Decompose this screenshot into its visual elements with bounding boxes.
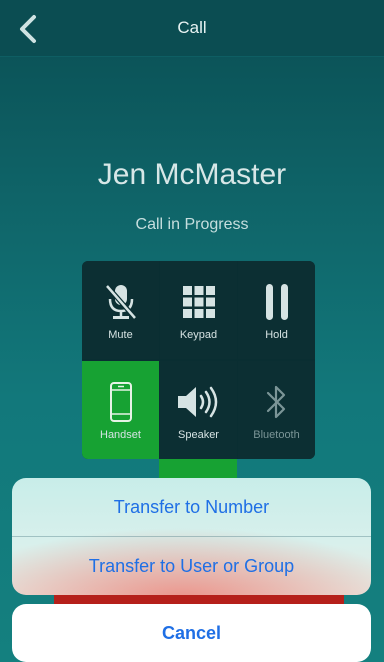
transfer-action-sheet: Transfer to Number Transfer to User or G… bbox=[12, 478, 371, 595]
hold-button[interactable]: Hold bbox=[238, 261, 315, 359]
call-controls-grid: Mute Keypad Hold Handset Speaker Bluetoo… bbox=[82, 261, 315, 459]
microphone-muted-icon bbox=[104, 284, 137, 320]
mute-button[interactable]: Mute bbox=[82, 261, 159, 359]
hold-label: Hold bbox=[265, 329, 288, 341]
navigation-bar: Call bbox=[0, 0, 384, 57]
keypad-icon bbox=[182, 286, 215, 318]
handset-label: Handset bbox=[100, 429, 141, 441]
speaker-icon bbox=[177, 386, 217, 418]
bluetooth-icon bbox=[266, 385, 285, 419]
pause-icon bbox=[265, 284, 288, 320]
cancel-button[interactable]: Cancel bbox=[12, 604, 371, 662]
speaker-label: Speaker bbox=[178, 429, 219, 441]
keypad-button[interactable]: Keypad bbox=[160, 261, 237, 359]
transfer-to-number-button[interactable]: Transfer to Number bbox=[12, 478, 371, 536]
transfer-to-user-or-group-button[interactable]: Transfer to User or Group bbox=[12, 537, 371, 595]
mute-label: Mute bbox=[108, 329, 133, 341]
call-status: Call in Progress bbox=[135, 216, 249, 233]
handset-button[interactable]: Handset bbox=[82, 361, 159, 459]
contact-name: Jen McMaster bbox=[97, 158, 287, 191]
bluetooth-label: Bluetooth bbox=[253, 429, 300, 441]
phone-handset-icon bbox=[109, 382, 132, 422]
speaker-button[interactable]: Speaker bbox=[160, 361, 237, 459]
keypad-label: Keypad bbox=[179, 329, 218, 341]
bluetooth-button[interactable]: Bluetooth bbox=[238, 361, 315, 459]
nav-title: Call bbox=[177, 18, 207, 37]
